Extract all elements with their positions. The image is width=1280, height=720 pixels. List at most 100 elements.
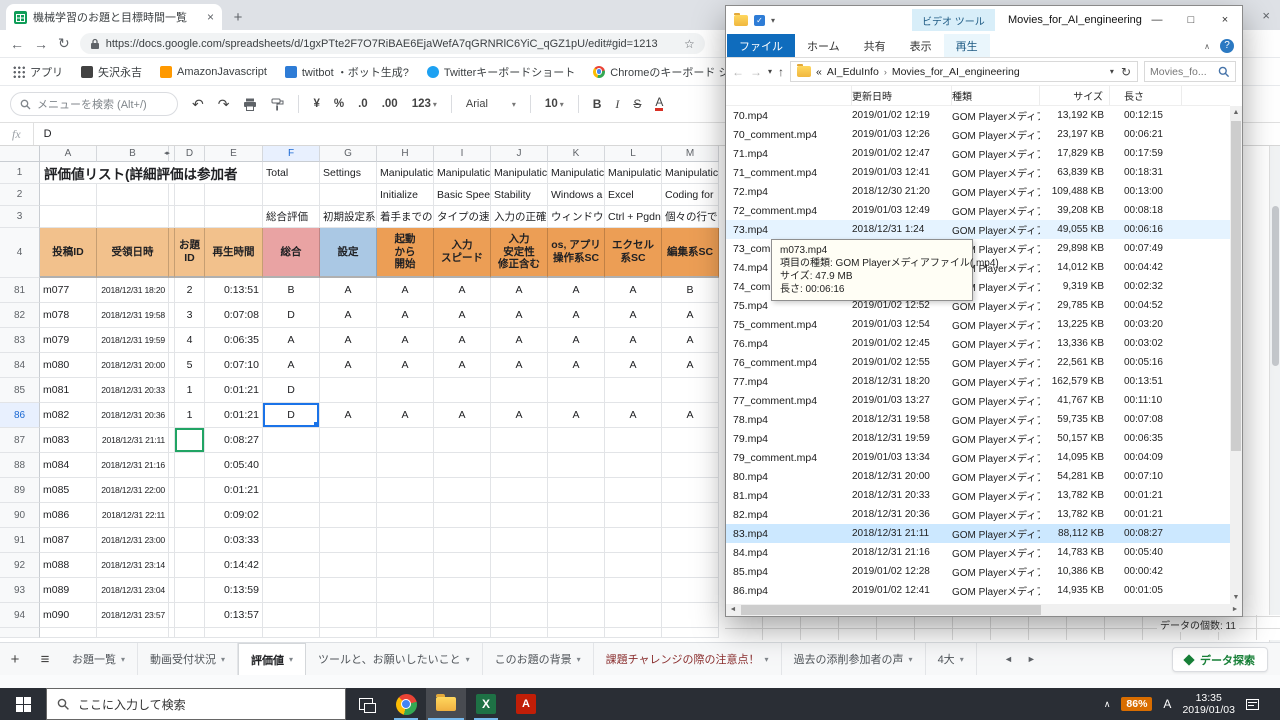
bookmark-item[interactable]: Twitterキーボードショート xyxy=(426,64,575,80)
column-header-M[interactable]: M xyxy=(662,146,719,162)
file-row[interactable]: 85.mp4 2019/01/02 12:28 GOM Playerメディア... 1… xyxy=(726,562,1230,581)
cell[interactable] xyxy=(434,428,491,453)
cell[interactable] xyxy=(320,528,377,553)
cell[interactable]: m084 xyxy=(40,453,97,478)
number-format-dropdown[interactable]: 123 ▾ xyxy=(412,98,437,110)
cell[interactable] xyxy=(175,553,205,578)
ribbon-tab-home[interactable]: ホーム xyxy=(795,34,852,57)
cell[interactable]: 初期設定系 xyxy=(320,206,377,228)
format-currency-button[interactable]: ¥ xyxy=(313,98,319,110)
cell[interactable]: Manipulatic xyxy=(377,162,434,184)
cell[interactable] xyxy=(662,553,719,578)
cell[interactable]: A xyxy=(491,353,548,378)
cell[interactable] xyxy=(263,578,320,603)
cell[interactable]: m085 xyxy=(40,478,97,503)
cell[interactable] xyxy=(662,528,719,553)
cell[interactable]: Excel xyxy=(605,184,662,206)
cell[interactable]: A xyxy=(605,353,662,378)
cell[interactable] xyxy=(320,453,377,478)
cell[interactable] xyxy=(263,453,320,478)
row-header-94[interactable]: 94 xyxy=(0,603,40,628)
cell[interactable] xyxy=(320,553,377,578)
row-header-84[interactable]: 84 xyxy=(0,353,40,378)
decrease-decimal-button[interactable]: .0 xyxy=(358,98,368,110)
breadcrumb-current[interactable]: Movies_for_AI_engineering xyxy=(892,66,1020,78)
cell[interactable]: A xyxy=(434,303,491,328)
cell[interactable]: 3 xyxy=(175,303,205,328)
explore-button[interactable]: データ探索 xyxy=(1172,647,1268,672)
cell[interactable]: 1 xyxy=(175,403,205,428)
cell[interactable]: 0:07:08 xyxy=(205,303,263,328)
cell[interactable] xyxy=(662,378,719,403)
cell[interactable] xyxy=(320,184,377,206)
cell[interactable]: Manipulatic xyxy=(662,162,719,184)
row-header-90[interactable]: 90 xyxy=(0,503,40,528)
file-row[interactable]: 71.mp4 2019/01/02 12:47 GOM Playerメディア... 1… xyxy=(726,144,1230,163)
cell[interactable] xyxy=(491,503,548,528)
cell[interactable]: 2018/12/31 20:00 xyxy=(97,353,169,378)
cell[interactable] xyxy=(263,528,320,553)
address-dropdown-chevron-icon[interactable]: ▾ xyxy=(1110,67,1114,76)
cell[interactable]: A xyxy=(320,278,377,303)
file-row[interactable]: 77.mp4 2018/12/31 18:20 GOM Playerメディア... 1… xyxy=(726,372,1230,391)
header-cell[interactable]: エクセル 系SC xyxy=(605,228,662,278)
row-header-91[interactable]: 91 xyxy=(0,528,40,553)
sheet-tab-past-voices[interactable]: 過去の添削参加者の声 ▾ xyxy=(782,643,926,675)
file-row[interactable]: 81.mp4 2018/12/31 20:33 GOM Playerメディア... 1… xyxy=(726,486,1230,505)
help-icon[interactable]: ? xyxy=(1220,39,1234,53)
task-view-button[interactable] xyxy=(346,688,386,720)
cell[interactable]: A xyxy=(263,328,320,353)
scroll-tabs-left-icon[interactable]: ◄ xyxy=(1004,654,1013,664)
column-header-date[interactable]: 更新日時 xyxy=(852,86,952,105)
cell[interactable] xyxy=(320,503,377,528)
scrollbar-thumb[interactable] xyxy=(1272,206,1279,366)
increase-decimal-button[interactable]: .00 xyxy=(382,98,398,110)
cell[interactable]: 0:05:40 xyxy=(205,453,263,478)
cell[interactable] xyxy=(320,603,377,628)
file-row[interactable]: 79.mp4 2018/12/31 19:59 GOM Playerメディア... 5… xyxy=(726,429,1230,448)
cell[interactable]: A xyxy=(605,328,662,353)
cell[interactable]: 0:07:10 xyxy=(205,353,263,378)
cell[interactable]: A xyxy=(377,303,434,328)
cell[interactable]: A xyxy=(491,303,548,328)
header-cell[interactable]: 再生時間 xyxy=(205,228,263,278)
column-header-F[interactable]: F xyxy=(263,146,320,162)
nav-back-icon[interactable]: ← xyxy=(732,65,744,79)
cell[interactable] xyxy=(320,478,377,503)
ribbon-tab-view[interactable]: 表示 xyxy=(898,34,944,57)
file-row[interactable]: 76.mp4 2019/01/02 12:45 GOM Playerメディア... 1… xyxy=(726,334,1230,353)
file-row[interactable]: 84.mp4 2018/12/31 21:16 GOM Playerメディア... 1… xyxy=(726,543,1230,562)
cell[interactable]: 入力の正確 xyxy=(491,206,548,228)
cell[interactable] xyxy=(205,184,263,206)
cell[interactable] xyxy=(263,503,320,528)
cell[interactable]: Windows a xyxy=(548,184,605,206)
cell[interactable] xyxy=(377,503,434,528)
cell[interactable]: Manipulatic xyxy=(605,162,662,184)
paint-format-icon[interactable] xyxy=(271,98,284,111)
scroll-tabs-right-icon[interactable]: ► xyxy=(1027,654,1036,664)
cell[interactable] xyxy=(491,528,548,553)
cell[interactable] xyxy=(605,603,662,628)
cell[interactable]: m090 xyxy=(40,603,97,628)
column-header-K[interactable]: K xyxy=(548,146,605,162)
cell[interactable]: 2 xyxy=(175,278,205,303)
file-row[interactable]: 75_comment.mp4 2019/01/03 12:54 GOM Player… xyxy=(726,315,1230,334)
cell[interactable] xyxy=(175,578,205,603)
menu-search-input[interactable]: メニューを検索 (Alt+/) xyxy=(10,92,178,116)
header-cell[interactable]: 入力 スピード xyxy=(434,228,491,278)
cell[interactable]: 5 xyxy=(175,353,205,378)
cell[interactable]: 2018/12/31 23:14 xyxy=(97,553,169,578)
cell[interactable] xyxy=(662,453,719,478)
cell[interactable]: A xyxy=(434,353,491,378)
italic-button[interactable]: I xyxy=(615,97,619,112)
row-header-87[interactable]: 87 xyxy=(0,428,40,453)
cell[interactable] xyxy=(605,428,662,453)
cell[interactable] xyxy=(175,528,205,553)
formula-bar-value[interactable]: D xyxy=(34,128,52,140)
ribbon-tab-file[interactable]: ファイル xyxy=(727,34,795,57)
cell[interactable]: 2018/12/31 20:36 xyxy=(97,403,169,428)
cell[interactable]: 個々の行で xyxy=(662,206,719,228)
cell[interactable]: Coding for xyxy=(662,184,719,206)
cell[interactable]: 2018/12/31 19:58 xyxy=(97,303,169,328)
row-header-88[interactable]: 88 xyxy=(0,453,40,478)
